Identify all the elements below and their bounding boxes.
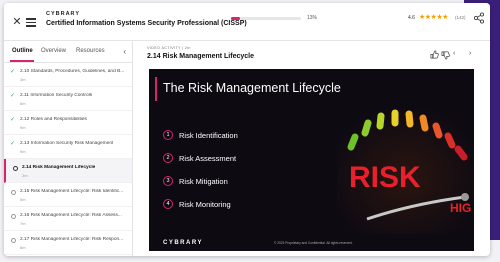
slide-copyright: © 2023 Proprietary and Confidential. All…: [274, 241, 353, 245]
slide-title: The Risk Management Lifecycle: [163, 81, 341, 95]
step-text: Risk Identification: [179, 130, 238, 140]
video-slide[interactable]: The Risk Management Lifecycle 1 Risk Ide…: [149, 69, 474, 251]
step-number: 3: [163, 176, 173, 186]
step-number: 2: [163, 153, 173, 163]
top-bar: ✕ CYBRARY Certified Information Systems …: [4, 3, 490, 41]
step-text: Risk Mitigation: [179, 176, 228, 186]
outline-item-duration: 6m: [20, 101, 26, 106]
check-icon: ✓: [10, 117, 16, 123]
sidebar-tabs: Outline Overview Resources ‹: [4, 41, 132, 63]
course-player-window: ✕ CYBRARY Certified Information Systems …: [4, 3, 490, 256]
tab-overview[interactable]: Overview: [41, 48, 66, 54]
outline-item-duration: 9m: [20, 125, 26, 130]
rating-count: (142): [455, 15, 466, 20]
outline-item-duration: 7m: [20, 221, 26, 226]
check-icon: ✓: [10, 69, 16, 75]
progress-fill: [231, 17, 241, 20]
slide-accent-bar: [155, 77, 157, 101]
course-progress-bar: [231, 17, 301, 20]
current-circle-icon: [13, 166, 18, 171]
collapse-sidebar-icon[interactable]: ‹: [123, 47, 126, 56]
slide-step: 3 Risk Mitigation: [163, 176, 228, 186]
brand-logo: CYBRARY: [46, 11, 80, 17]
outline-item-label: 2.13 Information Security Risk Managemen…: [20, 141, 114, 146]
outline-item-duration: 2m: [22, 173, 28, 178]
outline-item-label: 2.15 Risk Management Lifecycle: Risk Ide…: [20, 189, 124, 194]
step-text: Risk Monitoring: [179, 199, 231, 209]
previous-icon[interactable]: ‹: [453, 50, 455, 57]
activity-type-label: VIDEO ACTIVITY | 2m: [147, 46, 191, 50]
outline-item[interactable]: 2.17 Risk Management Lifecycle: Risk Res…: [4, 231, 132, 255]
menu-icon[interactable]: [26, 16, 40, 30]
outline-item[interactable]: ✓ 2.10 Standards, Procedures, Guidelines…: [4, 63, 132, 87]
outline-item-duration: 3m: [20, 77, 26, 82]
gauge-word: RISK: [349, 161, 421, 194]
outline-item-duration: 9m: [20, 149, 26, 154]
rating-value: 4.6: [408, 15, 415, 21]
gauge-high-label: HIG: [450, 201, 471, 215]
active-tab-indicator: [10, 60, 34, 62]
outline-item-label: 2.12 Roles and Responsibilities: [20, 117, 87, 122]
rating-stars-icon: ★★★★★: [419, 14, 448, 21]
circle-icon: [11, 214, 16, 219]
outline-item-label: 2.17 Risk Management Lifecycle: Risk Res…: [20, 237, 124, 242]
tab-outline[interactable]: Outline: [12, 48, 33, 54]
outline-item-duration: 5m: [20, 197, 26, 202]
check-icon: ✓: [10, 93, 16, 99]
risk-gauge-image: RISK HIG: [337, 109, 474, 234]
tab-resources[interactable]: Resources: [76, 48, 105, 54]
outline-item-label: 2.11 Information Security Controls: [20, 93, 93, 98]
thumbs-up-icon[interactable]: [430, 50, 439, 59]
outline-item[interactable]: ✓ 2.13 Information Security Risk Managem…: [4, 135, 132, 159]
main-content: VIDEO ACTIVITY | 2m 2.14 Risk Management…: [141, 41, 483, 256]
circle-icon: [11, 238, 16, 243]
outline-item[interactable]: ✓ 2.11 Information Security Controls 6m: [4, 87, 132, 111]
outline-item[interactable]: 2.15 Risk Management Lifecycle: Risk Ide…: [4, 183, 132, 207]
thumbs-down-icon[interactable]: [441, 51, 450, 60]
check-icon: ✓: [10, 141, 16, 147]
outline-item-label: 2.10 Standards, Procedures, Guidelines, …: [20, 69, 125, 74]
outline-item-label: 2.14 Risk Management Lifecycle: [22, 165, 96, 170]
slide-brand-logo: CYBRARY: [163, 240, 203, 246]
step-number: 4: [163, 199, 173, 209]
slide-step: 4 Risk Monitoring: [163, 199, 231, 209]
activity-title: 2.14 Risk Management Lifecycle: [147, 53, 254, 60]
outline-item-duration: 8m: [20, 245, 26, 250]
slide-step: 2 Risk Assessment: [163, 153, 236, 163]
circle-icon: [11, 190, 16, 195]
outline-item-label: 2.16 Risk Management Lifecycle: Risk Ass…: [20, 213, 122, 218]
step-text: Risk Assessment: [179, 153, 237, 163]
progress-percent: 13%: [307, 15, 318, 21]
course-title: Certified Information Systems Security P…: [46, 20, 247, 27]
outline-item-active[interactable]: 2.14 Risk Management Lifecycle 2m: [4, 159, 132, 183]
share-icon[interactable]: [473, 12, 485, 24]
outline-item[interactable]: ✓ 2.12 Roles and Responsibilities 9m: [4, 111, 132, 135]
course-outline-sidebar: Outline Overview Resources ‹ ✓ 2.10 Stan…: [4, 41, 133, 256]
slide-step: 1 Risk Identification: [163, 130, 238, 140]
next-icon[interactable]: ›: [469, 50, 471, 57]
step-number: 1: [163, 130, 173, 140]
close-icon[interactable]: ✕: [10, 15, 24, 29]
outline-item[interactable]: 2.16 Risk Management Lifecycle: Risk Ass…: [4, 207, 132, 231]
